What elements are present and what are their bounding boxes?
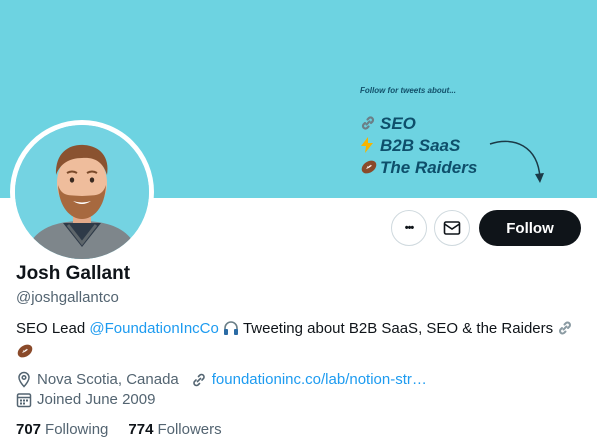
- banner-topic-raiders: The Raiders: [360, 158, 477, 178]
- profile-bio: SEO Lead @FoundationIncCo Tweeting about…: [16, 319, 581, 365]
- profile-website-link[interactable]: foundationinc.co/lab/notion-str…: [212, 371, 427, 388]
- followers-link[interactable]: 774 Followers: [128, 421, 221, 438]
- followers-label: Followers: [157, 421, 222, 438]
- bio-text: Tweeting about B2B SaaS, SEO & the Raide…: [239, 320, 558, 337]
- following-link[interactable]: 707 Following: [16, 421, 108, 438]
- profile-meta-row: Joined June 2009: [16, 391, 155, 408]
- follow-button[interactable]: Follow: [479, 210, 581, 246]
- bio-mention-link[interactable]: @FoundationIncCo: [89, 320, 218, 337]
- banner-topic-label: SEO: [380, 114, 416, 133]
- following-label: Following: [45, 421, 109, 438]
- banner-tagline: Follow for tweets about...: [360, 86, 456, 95]
- following-count: 707: [16, 421, 42, 438]
- profile-handle: @joshgallantco: [16, 289, 119, 306]
- link-icon: [191, 372, 207, 388]
- banner-topic-b2b-saas: B2B SaaS: [360, 136, 460, 156]
- football-icon: [360, 159, 380, 178]
- profile-meta-row: Nova Scotia, Canada foundationinc.co/lab…: [16, 371, 427, 388]
- profile-name: Josh Gallant: [16, 263, 131, 284]
- link-icon: [557, 320, 573, 342]
- mail-icon: [443, 221, 461, 235]
- banner-topic-label: B2B SaaS: [380, 136, 461, 155]
- headphones-icon: [223, 320, 239, 342]
- curved-arrow-icon: [489, 140, 544, 183]
- profile-stats: 707 Following 774 Followers: [16, 421, 222, 438]
- profile-joined-date: Joined June 2009: [37, 391, 156, 408]
- profile-location: Nova Scotia, Canada: [37, 371, 179, 388]
- avatar[interactable]: [15, 125, 149, 259]
- banner-topic-seo: SEO: [360, 114, 416, 134]
- location-pin-icon: [16, 371, 32, 388]
- banner-topic-label: The Raiders: [380, 158, 478, 177]
- lightning-icon: [360, 136, 380, 156]
- message-button[interactable]: [434, 210, 470, 246]
- avatar-photo: [15, 125, 149, 259]
- football-icon: [16, 343, 34, 365]
- more-options-button[interactable]: •••: [391, 210, 427, 246]
- calendar-icon: [16, 392, 32, 408]
- link-icon: [360, 115, 380, 134]
- bio-text: SEO Lead: [16, 320, 90, 337]
- more-icon: •••: [404, 222, 415, 234]
- followers-count: 774: [128, 421, 154, 438]
